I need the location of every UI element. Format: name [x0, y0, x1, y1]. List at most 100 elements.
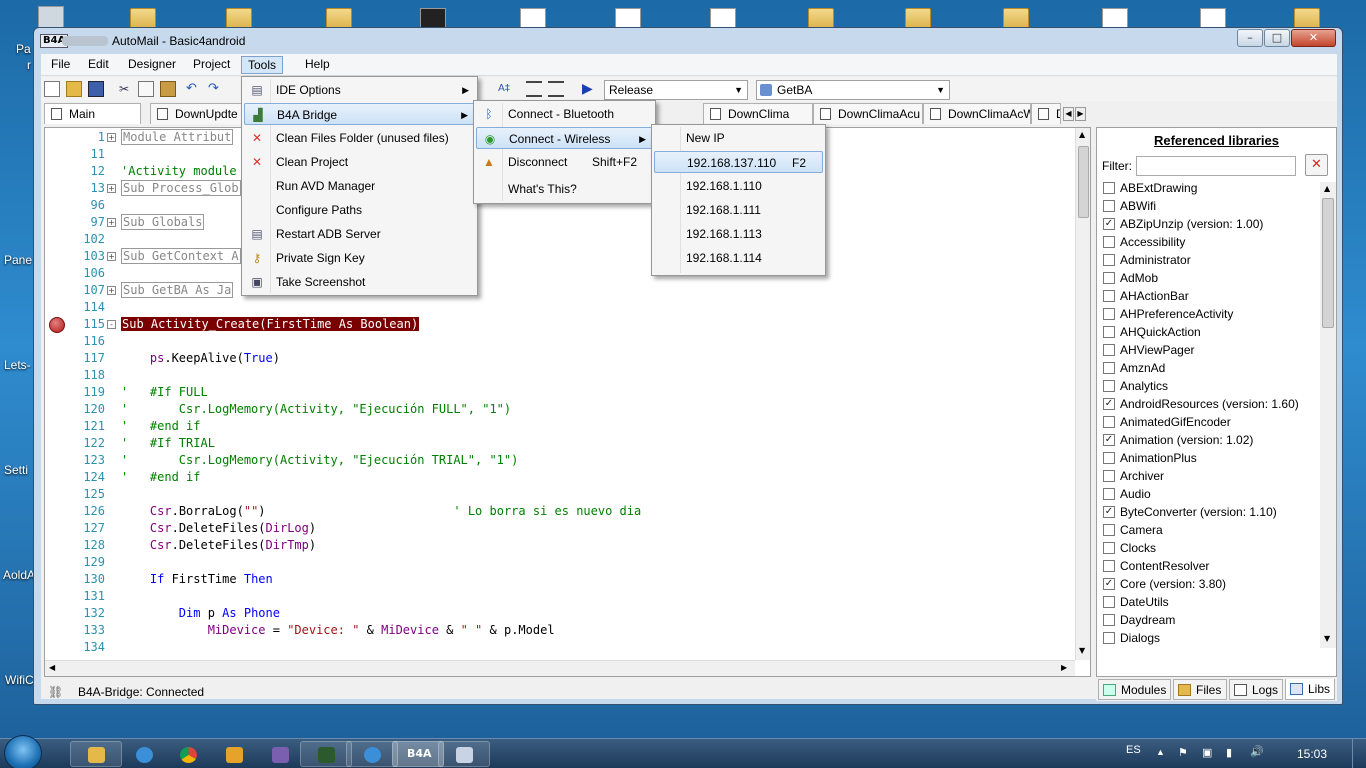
- menu-item-192-168-1-111[interactable]: 192.168.1.111: [654, 199, 823, 221]
- checkbox[interactable]: [1103, 524, 1115, 536]
- language-indicator[interactable]: ES: [1126, 744, 1141, 756]
- scroll-thumb[interactable]: [1078, 146, 1089, 218]
- code-line[interactable]: Csr.DeleteFiles(DirTmp): [121, 538, 316, 552]
- checkbox[interactable]: [1103, 308, 1115, 320]
- library-item[interactable]: ABWifi: [1103, 198, 1156, 216]
- taskbar-ie2-button[interactable]: [346, 741, 398, 767]
- taskbar-media-button[interactable]: [208, 741, 260, 767]
- library-item[interactable]: Administrator: [1103, 252, 1191, 270]
- maximize-button[interactable]: □: [1264, 29, 1290, 47]
- checkbox[interactable]: [1103, 560, 1115, 572]
- code-line[interactable]: Csr.DeleteFiles(DirLog): [121, 521, 316, 535]
- checked-checkbox[interactable]: ✓: [1103, 578, 1115, 590]
- expand-fold-icon[interactable]: +: [107, 184, 116, 193]
- cut-icon[interactable]: ✂: [116, 81, 132, 97]
- checkbox[interactable]: [1103, 272, 1115, 284]
- code-line[interactable]: ' #If FULL: [121, 385, 208, 399]
- code-line[interactable]: Sub Activity_Create(FirstTime As Boolean…: [121, 317, 420, 331]
- start-button[interactable]: [4, 735, 42, 768]
- menu-file[interactable]: File: [45, 56, 76, 74]
- open-folder-icon[interactable]: [66, 81, 82, 97]
- menu-project[interactable]: Project: [187, 56, 236, 74]
- library-item[interactable]: ✓ AndroidResources (version: 1.60): [1103, 396, 1299, 414]
- tab-libs[interactable]: Libs: [1285, 679, 1335, 700]
- code-line[interactable]: Sub GetBA As Ja: [121, 282, 234, 298]
- tab-downupdte[interactable]: DownUpdte: [150, 103, 246, 124]
- code-line[interactable]: If FirstTime Then: [121, 572, 273, 586]
- outdent-icon[interactable]: [548, 81, 564, 97]
- library-item[interactable]: AnimationPlus: [1103, 450, 1197, 468]
- breakpoint-icon[interactable]: [49, 317, 65, 333]
- menu-item-configure-paths[interactable]: Configure Paths: [244, 199, 475, 221]
- code-line[interactable]: ' #end if: [121, 470, 200, 484]
- checkbox[interactable]: [1103, 200, 1115, 212]
- library-item[interactable]: ✓ ByteConverter (version: 1.10): [1103, 504, 1277, 522]
- library-item[interactable]: AHQuickAction: [1103, 324, 1201, 342]
- paste-icon[interactable]: [160, 81, 176, 97]
- taskbar-chrome-button[interactable]: [162, 741, 214, 767]
- library-item[interactable]: Audio: [1103, 486, 1151, 504]
- code-line[interactable]: ' #end if: [121, 419, 200, 433]
- tab-files[interactable]: Files: [1173, 679, 1227, 700]
- checkbox[interactable]: [1103, 632, 1115, 644]
- checkbox[interactable]: [1103, 452, 1115, 464]
- code-line[interactable]: ps.KeepAlive(True): [121, 351, 280, 365]
- checked-checkbox[interactable]: ✓: [1103, 506, 1115, 518]
- library-item[interactable]: AHPreferenceActivity: [1103, 306, 1233, 324]
- checked-checkbox[interactable]: ✓: [1103, 434, 1115, 446]
- tab-main[interactable]: Main: [44, 103, 141, 124]
- menu-item-run-avd-manager[interactable]: Run AVD Manager: [244, 175, 475, 197]
- checkbox[interactable]: [1103, 596, 1115, 608]
- code-line[interactable]: Dim p As Phone: [121, 606, 280, 620]
- library-item[interactable]: Analytics: [1103, 378, 1168, 396]
- editor-horizontal-scrollbar[interactable]: ◀ ▶: [45, 660, 1075, 676]
- checkbox[interactable]: [1103, 470, 1115, 482]
- menu-designer[interactable]: Designer: [122, 56, 182, 74]
- taskbar-monitor-button[interactable]: [300, 741, 352, 767]
- menu-item-new-ip[interactable]: New IP: [654, 127, 823, 149]
- redo-icon[interactable]: ↷: [208, 81, 224, 97]
- library-item[interactable]: ✓ Core (version: 3.80): [1103, 576, 1226, 594]
- menu-item-what-s-this[interactable]: What's This?: [476, 178, 653, 200]
- editor-vertical-scrollbar[interactable]: ▲ ▼: [1075, 128, 1090, 660]
- checkbox[interactable]: [1103, 542, 1115, 554]
- indent-icon[interactable]: [526, 81, 542, 97]
- library-item[interactable]: AnimatedGifEncoder: [1103, 414, 1231, 432]
- code-line[interactable]: ' #If TRIAL: [121, 436, 215, 450]
- run-icon[interactable]: ▶: [582, 81, 598, 97]
- menu-item-restart-adb-server[interactable]: ▤ Restart ADB Server: [244, 223, 475, 245]
- library-item[interactable]: Clocks: [1103, 540, 1156, 558]
- menu-item-ide-options[interactable]: ▤ IDE Options ▶: [244, 79, 475, 101]
- library-item[interactable]: Accessibility: [1103, 234, 1185, 252]
- undo-icon[interactable]: ↶: [186, 81, 202, 97]
- new-file-icon[interactable]: [44, 81, 60, 97]
- code-line[interactable]: ' Csr.LogMemory(Activity, "Ejecución TRI…: [121, 453, 518, 467]
- menu-item-connect-wireless[interactable]: ◉ Connect - Wireless ▶: [476, 127, 653, 149]
- taskbar-explorer-button[interactable]: [70, 741, 122, 767]
- menu-tools[interactable]: Tools: [241, 56, 284, 74]
- tab-downclima[interactable]: DownClima: [703, 103, 813, 124]
- library-item[interactable]: Camera: [1103, 522, 1163, 540]
- menu-item-private-sign-key[interactable]: ⚷ Private Sign Key: [244, 247, 475, 269]
- tab-d[interactable]: D: [1031, 103, 1061, 124]
- tab-downclimaacu[interactable]: DownClimaAcu: [813, 103, 923, 124]
- expand-fold-icon[interactable]: +: [107, 252, 116, 261]
- show-hidden-icons-icon[interactable]: ▲: [1156, 747, 1165, 757]
- show-desktop-button[interactable]: [1352, 739, 1366, 768]
- checkbox[interactable]: [1103, 614, 1115, 626]
- library-item[interactable]: AdMob: [1103, 270, 1158, 288]
- code-line[interactable]: ' Csr.LogMemory(Activity, "Ejecución FUL…: [121, 402, 511, 416]
- tab-logs[interactable]: Logs: [1229, 679, 1283, 700]
- menu-item-192-168-1-114[interactable]: 192.168.1.114: [654, 247, 823, 269]
- device-icon[interactable]: ▣: [1202, 746, 1212, 759]
- clock[interactable]: 15:03: [1297, 747, 1327, 761]
- code-editor[interactable]: 1 + Module Attribut 11 12 'Activity module 13 +…: [44, 127, 1091, 677]
- checkbox[interactable]: [1103, 416, 1115, 428]
- taskbar-b4a-button[interactable]: B4A: [392, 741, 444, 767]
- clear-filter-button[interactable]: ✕: [1305, 154, 1328, 176]
- code-line[interactable]: MiDevice = "Device: " & MiDevice & " " &…: [121, 623, 555, 637]
- checkbox[interactable]: [1103, 326, 1115, 338]
- checkbox[interactable]: [1103, 488, 1115, 500]
- menu-item-clean-files-folder-unused-files[interactable]: ✕ Clean Files Folder (unused files): [244, 127, 475, 149]
- menu-item-192-168-137-110[interactable]: 192.168.137.110 F2: [654, 151, 823, 173]
